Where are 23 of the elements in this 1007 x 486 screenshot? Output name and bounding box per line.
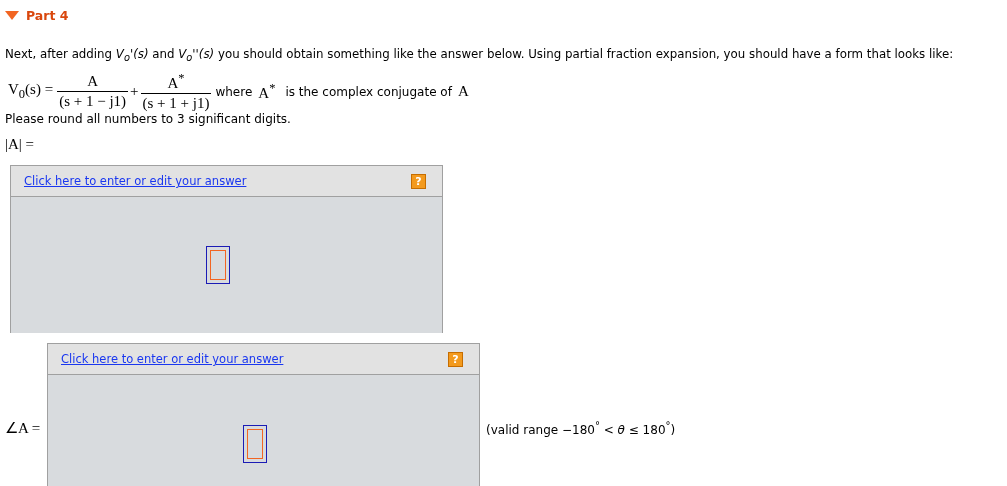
numerator: A bbox=[57, 73, 129, 93]
intro-text: Next, after adding V$_{o}$'(s) and V$_{o}$''(s) you should obtain something like the answer below. Using partial fraction expansion, you should have a form that looks like: bbox=[5, 47, 955, 64]
caret-icon[interactable] bbox=[5, 11, 19, 20]
denominator: (s + 1 + j1) bbox=[142, 94, 210, 113]
part-title[interactable]: Part 4 bbox=[26, 8, 69, 23]
answer-input-field[interactable] bbox=[242, 425, 267, 464]
answer-input-field[interactable] bbox=[205, 246, 230, 285]
symbol-a: A bbox=[457, 83, 469, 101]
conjugate-symbol: A$^{*}$ bbox=[258, 81, 276, 103]
equation-lhs: V$_{0}$(s) = bbox=[8, 81, 54, 103]
answer-link[interactable]: Click here to enter or edit your answer bbox=[24, 174, 247, 189]
range-note: (valid range −180$^{°}$ < θ ≤ 180$^{°}$) bbox=[486, 419, 676, 437]
denominator: (s + 1 − j1) bbox=[59, 92, 127, 111]
plus-sign: + bbox=[130, 83, 139, 101]
answer-link[interactable]: Click here to enter or edit your answer bbox=[61, 352, 284, 367]
where-text: where bbox=[215, 84, 253, 99]
help-button[interactable]: ? bbox=[411, 173, 426, 189]
answer-label: ∠A = bbox=[4, 419, 42, 438]
instruction-text: Please round all numbers to 3 significant digits. bbox=[5, 112, 292, 127]
conjugate-text: is the complex conjugate of bbox=[285, 84, 452, 99]
help-button[interactable]: ? bbox=[448, 351, 463, 367]
numerator: A$^{*}$ bbox=[140, 71, 212, 95]
answer-label: |A| = bbox=[5, 136, 35, 154]
